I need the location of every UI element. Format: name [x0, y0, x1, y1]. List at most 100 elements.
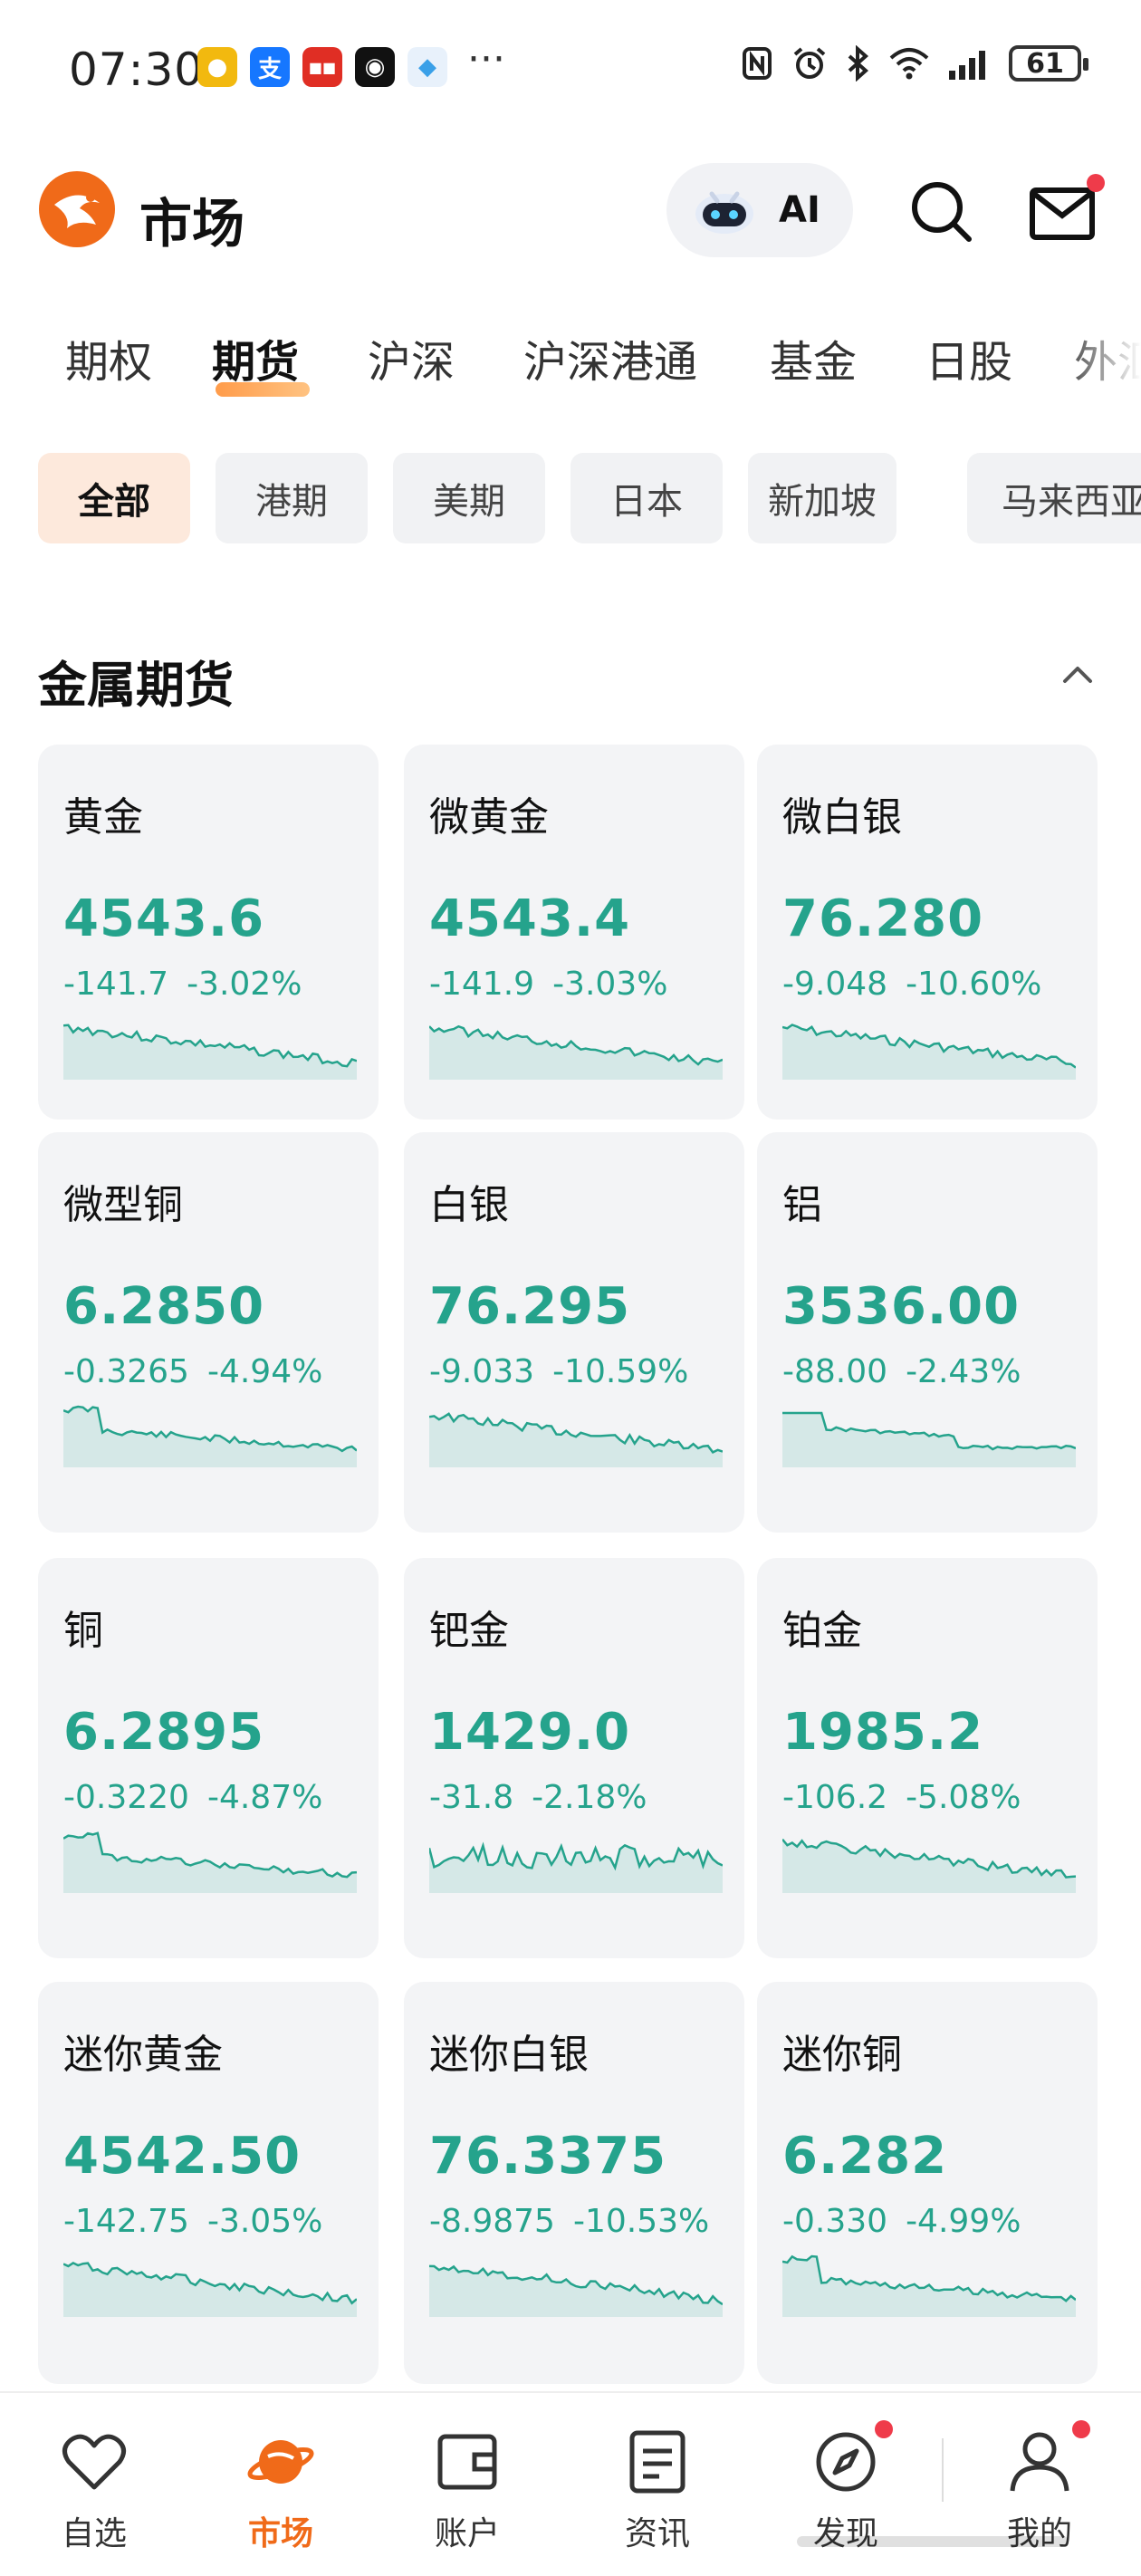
camera-app-icon: ◉ [355, 47, 395, 87]
futures-name: 白银 [429, 1182, 509, 1228]
sparkline-area [782, 1839, 1076, 1893]
futures-price: 1985.2 [782, 1703, 984, 1762]
futures-name: 迷你铜 [782, 2032, 902, 2078]
change-amount: -9.048 [782, 966, 888, 1003]
planet-icon [247, 2440, 314, 2484]
futures-card[interactable]: 迷你白银 76.3375 -8.9875 -10.53% [404, 1982, 744, 2384]
nav-profile[interactable]: 我的 [967, 2393, 1112, 2576]
sparkline-chart [782, 2254, 1076, 2317]
nav-label: 市场 [247, 2515, 313, 2552]
bluetooth-icon [848, 45, 869, 82]
futures-card[interactable]: 白银 76.295 -9.033 -10.59% [404, 1132, 744, 1533]
futures-price: 6.282 [782, 2127, 948, 2186]
signal-icon [949, 51, 985, 80]
messages-button[interactable] [1027, 174, 1105, 250]
page-title: 市场 [139, 193, 245, 255]
tab-options[interactable]: 期权 [65, 326, 152, 389]
futures-name: 微型铜 [63, 1182, 183, 1228]
ai-assistant-button[interactable]: AI [666, 163, 853, 257]
compass-icon [816, 2432, 876, 2492]
change-percent: -3.05% [206, 2203, 323, 2240]
sparkline-chart [429, 1024, 723, 1080]
futures-change: -0.3220 -4.87% [63, 1779, 322, 1816]
status-system-icons: 61 [739, 45, 1088, 82]
change-percent: -2.18% [532, 1779, 647, 1816]
notification-dot [875, 2420, 893, 2438]
change-amount: -0.330 [782, 2203, 888, 2240]
futures-card[interactable]: 微黄金 4543.4 -141.9 -3.03% [404, 745, 744, 1120]
nav-news[interactable]: 资讯 [585, 2393, 730, 2576]
futures-price: 3536.00 [782, 1277, 1021, 1336]
change-percent: -4.87% [206, 1779, 323, 1816]
sparkline-chart [63, 1831, 357, 1893]
sparkline-chart [63, 1405, 357, 1467]
futures-change: -141.9 -3.03% [429, 966, 667, 1003]
search-icon[interactable] [906, 176, 978, 248]
section-title: 金属期货 [38, 657, 234, 714]
sparkline-area [63, 2263, 357, 2317]
tab-stock-connect[interactable]: 沪深港通 [523, 326, 697, 389]
notification-dot [1087, 174, 1105, 192]
status-time: 07:30 [69, 43, 205, 96]
nav-divider [942, 2438, 944, 2502]
futures-price: 76.295 [429, 1277, 631, 1336]
futures-change: -9.048 -10.60% [782, 966, 1041, 1003]
region-filter-chips: 全部 港期 美期 日本 新加坡 马来西亚 [0, 453, 1141, 543]
futures-price: 76.3375 [429, 2127, 667, 2186]
wifi-icon [889, 48, 929, 80]
futures-card[interactable]: 迷你铜 6.282 -0.330 -4.99% [757, 1982, 1098, 2384]
futures-card[interactable]: 微白银 76.280 -9.048 -10.60% [757, 745, 1098, 1120]
nav-market[interactable]: 市场 [208, 2393, 353, 2576]
chip-japan[interactable]: 日本 [570, 453, 723, 543]
sparkline-area [782, 1024, 1076, 1080]
chip-us-futures[interactable]: 美期 [393, 453, 545, 543]
app-logo-icon [39, 171, 115, 247]
tab-japan-stocks[interactable]: 日股 [925, 326, 1012, 389]
news-icon: ■■ [302, 47, 342, 87]
sparkline-chart [782, 1411, 1076, 1467]
nav-label: 自选 [61, 2515, 127, 2552]
wallet-icon [437, 2434, 497, 2490]
chip-hk-futures[interactable]: 港期 [216, 453, 368, 543]
status-bar: 07:30 ● 支 ■■ ◉ ◆ ··· 61 [0, 0, 1141, 136]
change-percent: -4.94% [206, 1353, 323, 1390]
futures-card[interactable]: 铂金 1985.2 -106.2 -5.08% [757, 1558, 1098, 1958]
futures-card[interactable]: 铝 3536.00 -88.00 -2.43% [757, 1132, 1098, 1533]
futures-change: -106.2 -5.08% [782, 1779, 1021, 1816]
futures-card[interactable]: 迷你黄金 4542.50 -142.75 -3.05% [38, 1982, 379, 2384]
chip-malaysia[interactable]: 马来西亚 [967, 453, 1141, 543]
change-amount: -142.75 [63, 2203, 189, 2240]
futures-name: 微黄金 [429, 794, 549, 841]
futures-card[interactable]: 微型铜 6.2850 -0.3265 -4.94% [38, 1132, 379, 1533]
futures-price: 1429.0 [429, 1703, 631, 1762]
nav-discover[interactable]: 发现 [773, 2393, 918, 2576]
futures-card[interactable]: 黄金 4543.6 -141.7 -3.02% [38, 745, 379, 1120]
sparkline-chart [429, 2264, 723, 2317]
nav-watchlist[interactable]: 自选 [22, 2393, 167, 2576]
futures-change: -31.8 -2.18% [429, 1779, 647, 1816]
futures-change: -141.7 -3.02% [63, 966, 302, 1003]
futures-name: 迷你白银 [429, 2032, 589, 2078]
heart-icon [62, 2434, 126, 2490]
chip-singapore[interactable]: 新加坡 [748, 453, 896, 543]
nav-account[interactable]: 账户 [395, 2393, 540, 2576]
home-indicator [797, 2536, 1069, 2547]
change-amount: -0.3265 [63, 1353, 189, 1390]
chip-all[interactable]: 全部 [38, 453, 190, 543]
change-percent: -10.53% [572, 2203, 710, 2240]
bubble-app-icon: ◆ [408, 47, 447, 87]
change-amount: -141.9 [429, 966, 535, 1003]
tab-futures[interactable]: 期货 [212, 326, 299, 389]
ai-label: AI [779, 189, 820, 231]
tab-funds[interactable]: 基金 [770, 326, 857, 389]
futures-name: 铂金 [782, 1608, 862, 1654]
news-icon [629, 2430, 686, 2494]
futures-name: 铝 [782, 1182, 822, 1228]
tab-shanghai-shenzhen[interactable]: 沪深 [368, 326, 455, 389]
alarm-icon [793, 47, 826, 79]
futures-card[interactable]: 铜 6.2895 -0.3220 -4.87% [38, 1558, 379, 1958]
chevron-up-icon[interactable] [1060, 656, 1096, 692]
futures-change: -0.330 -4.99% [782, 2203, 1021, 2240]
futures-card[interactable]: 钯金 1429.0 -31.8 -2.18% [404, 1558, 744, 1958]
futures-price: 6.2850 [63, 1277, 265, 1336]
